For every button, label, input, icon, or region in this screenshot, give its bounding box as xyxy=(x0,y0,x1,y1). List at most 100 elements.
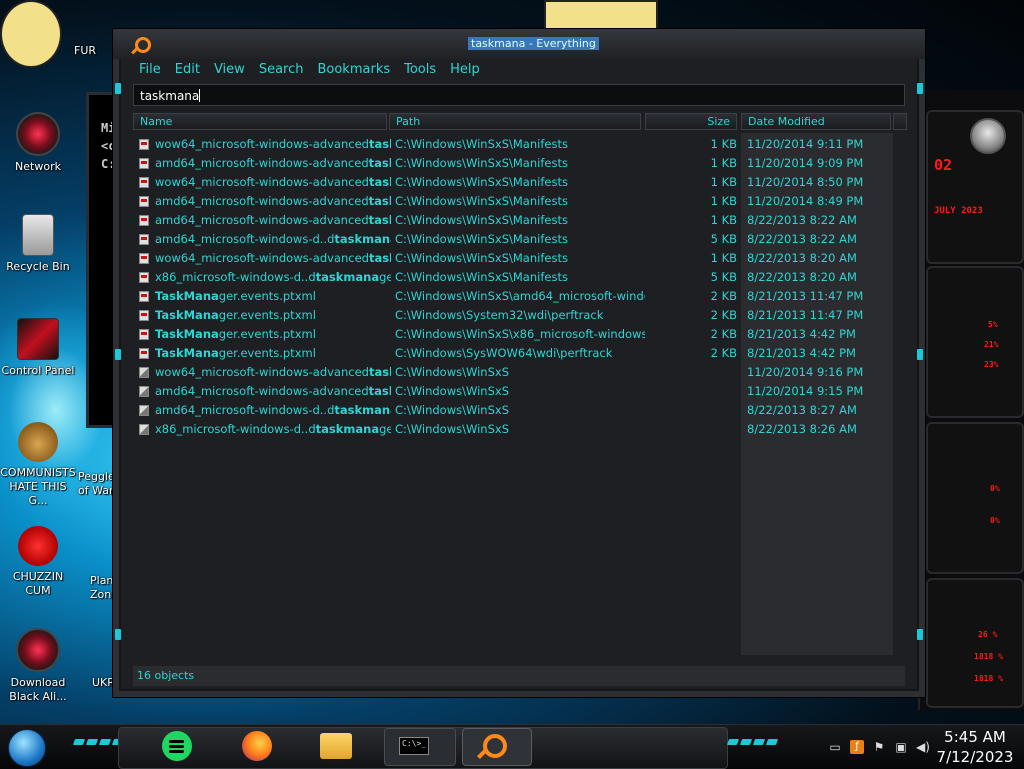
name-prefix: wow64_microsoft-windows-advanced xyxy=(155,137,369,151)
column-header-size[interactable]: Size xyxy=(645,113,737,130)
desktop-icon-communists[interactable]: COMMUNISTS HATE THIS G... xyxy=(0,422,76,508)
result-row[interactable]: amd64_microsoft-windows-advancedtaskm...… xyxy=(133,192,893,211)
menu-bookmarks[interactable]: Bookmarks xyxy=(311,60,398,82)
clock-date: 7/12/2023 xyxy=(936,748,1014,766)
menu-edit[interactable]: Edit xyxy=(169,60,208,82)
desktop-icon-label: FUR xyxy=(74,44,97,57)
network-icon[interactable]: ▣ xyxy=(894,740,908,754)
name-match: taskmana xyxy=(334,403,391,417)
result-row[interactable]: TaskManager.events.ptxml C:\Windows\WinSx… xyxy=(133,287,893,306)
network-icon xyxy=(16,112,60,156)
result-name: TaskManager.events.ptxml xyxy=(155,306,391,325)
name-prefix: amd64_microsoft-windows-advanced xyxy=(155,194,369,208)
manifest-file-icon xyxy=(139,215,149,226)
desktop-icon-partial[interactable]: FUR xyxy=(74,44,114,58)
title-bar[interactable]: taskmana - Everything xyxy=(113,29,925,59)
widget-value: 23% xyxy=(984,360,999,369)
result-row[interactable]: wow64_microsoft-windows-advancedtaskm...… xyxy=(133,363,893,382)
manifest-file-icon xyxy=(139,253,149,264)
everything-taskbar-button[interactable] xyxy=(462,728,532,766)
window-title: taskmana - Everything xyxy=(468,37,599,50)
result-row[interactable]: amd64_microsoft-windows-d..dtaskmanag...… xyxy=(133,230,893,249)
desktop-icon-recycle-bin[interactable]: Recycle Bin xyxy=(0,214,76,274)
menu-file[interactable]: File xyxy=(133,60,169,82)
desktop-icon-network[interactable]: Network xyxy=(0,112,76,174)
name-match: taskm... xyxy=(368,384,391,398)
result-row[interactable]: amd64_microsoft-windows-d..dtaskmanag...… xyxy=(133,401,893,420)
everything-search-icon xyxy=(483,734,507,758)
result-row[interactable]: amd64_microsoft-windows-advancedtaskm...… xyxy=(133,211,893,230)
flash-icon[interactable]: ƒ xyxy=(850,740,864,754)
volume-icon[interactable]: ◀) xyxy=(916,740,930,754)
widget-disk-panel: 0% 0% xyxy=(926,422,1024,574)
result-name: amd64_microsoft-windows-d..dtaskmanag... xyxy=(155,401,391,420)
document-icon xyxy=(139,329,149,340)
screen-icon[interactable]: ▭ xyxy=(828,740,842,754)
command-prompt-taskbar-button[interactable]: C:\>_ xyxy=(384,728,456,766)
file-explorer-icon[interactable] xyxy=(320,733,352,759)
menu-view[interactable]: View xyxy=(208,60,253,82)
result-path: C:\Windows\WinSxS\Manifests xyxy=(395,137,568,151)
result-size: 2 KB xyxy=(710,327,737,341)
menu-help[interactable]: Help xyxy=(444,60,488,82)
chuzzle-icon xyxy=(18,526,58,566)
result-row[interactable]: TaskManager.events.ptxml C:\Windows\WinSx… xyxy=(133,325,893,344)
column-header-date-modified[interactable]: Date Modified xyxy=(741,113,891,130)
start-button[interactable] xyxy=(8,729,46,767)
result-name: TaskManager.events.ptxml xyxy=(155,287,391,306)
search-value: taskmana xyxy=(140,89,200,103)
desktop-icon-label: Peggle of War xyxy=(78,470,115,497)
name-match: TaskMana xyxy=(155,327,219,341)
result-path: C:\Windows\WinSxS\x86_microsoft-windows-… xyxy=(395,327,645,341)
widget-month: JULY 2023 xyxy=(934,206,983,216)
result-name: wow64_microsoft-windows-advancedtaskm... xyxy=(155,249,391,268)
name-match: taskm... xyxy=(368,194,391,208)
name-prefix: wow64_microsoft-windows-advanced xyxy=(155,175,369,189)
status-bar: 16 objects xyxy=(133,666,905,686)
manifest-file-icon xyxy=(139,177,149,188)
taskbar-accent xyxy=(72,739,125,745)
desktop-icon-chuzzin[interactable]: CHUZZIN CUM xyxy=(0,526,76,598)
menu-search[interactable]: Search xyxy=(253,60,312,82)
result-row[interactable]: amd64_microsoft-windows-advancedtaskm...… xyxy=(133,382,893,401)
manifest-file-icon xyxy=(139,272,149,283)
widget-cpu-panel: 5% 21% 23% xyxy=(926,266,1024,418)
name-prefix: wow64_microsoft-windows-advanced xyxy=(155,365,369,379)
widget-value: 1818 % xyxy=(974,652,1003,661)
folder-icon xyxy=(139,367,149,378)
column-header-extra[interactable] xyxy=(893,113,907,130)
firefox-icon[interactable] xyxy=(242,731,272,761)
result-row[interactable]: TaskManager.events.ptxml C:\Windows\SysWO… xyxy=(133,344,893,363)
taskbar-clock[interactable]: 5:45 AM 7/12/2023 xyxy=(930,727,1020,767)
desktop-icon-control-panel[interactable]: Control Panel xyxy=(0,318,76,378)
widget-day: 02 xyxy=(934,156,953,174)
desktop-icon-label: CHUZZIN CUM xyxy=(12,570,64,597)
result-size: 1 KB xyxy=(710,175,737,189)
result-row[interactable]: wow64_microsoft-windows-advancedtaskm...… xyxy=(133,249,893,268)
result-name: wow64_microsoft-windows-advancedtaskm... xyxy=(155,173,391,192)
result-row[interactable]: wow64_microsoft-windows-advancedtaskm...… xyxy=(133,135,893,154)
result-row[interactable]: x86_microsoft-windows-d..dtaskmanager-..… xyxy=(133,268,893,287)
column-header-path[interactable]: Path xyxy=(389,113,641,130)
results-list[interactable]: wow64_microsoft-windows-advancedtaskm...… xyxy=(133,133,905,655)
search-input[interactable]: taskmana xyxy=(133,84,905,106)
result-row[interactable]: x86_microsoft-windows-d..dtaskmanager-..… xyxy=(133,420,893,439)
name-prefix: amd64_microsoft-windows-advanced xyxy=(155,384,369,398)
name-prefix: amd64_microsoft-windows-advanced xyxy=(155,213,369,227)
result-name: x86_microsoft-windows-d..dtaskmanager-..… xyxy=(155,268,391,287)
result-row[interactable]: wow64_microsoft-windows-advancedtaskm...… xyxy=(133,173,893,192)
result-row[interactable]: amd64_microsoft-windows-advancedtaskm...… xyxy=(133,154,893,173)
everything-window[interactable]: taskmana - Everything File Edit View Sea… xyxy=(112,28,926,698)
name-match: taskm... xyxy=(368,251,391,265)
spotify-icon[interactable] xyxy=(162,731,192,761)
desktop-icon-label: Control Panel xyxy=(1,364,75,377)
alienware-logo xyxy=(970,118,1006,154)
result-row[interactable]: TaskManager.events.ptxml C:\Windows\Syste… xyxy=(133,306,893,325)
desktop-icon-download[interactable]: Download Black Ali... xyxy=(0,628,76,704)
column-header-name[interactable]: Name xyxy=(133,113,387,130)
flag-icon[interactable]: ⚑ xyxy=(872,740,886,754)
menu-tools[interactable]: Tools xyxy=(398,60,444,82)
name-suffix: ger-... xyxy=(379,422,391,436)
result-date: 11/20/2014 9:11 PM xyxy=(747,137,864,151)
widget-value: 5% xyxy=(988,320,998,329)
